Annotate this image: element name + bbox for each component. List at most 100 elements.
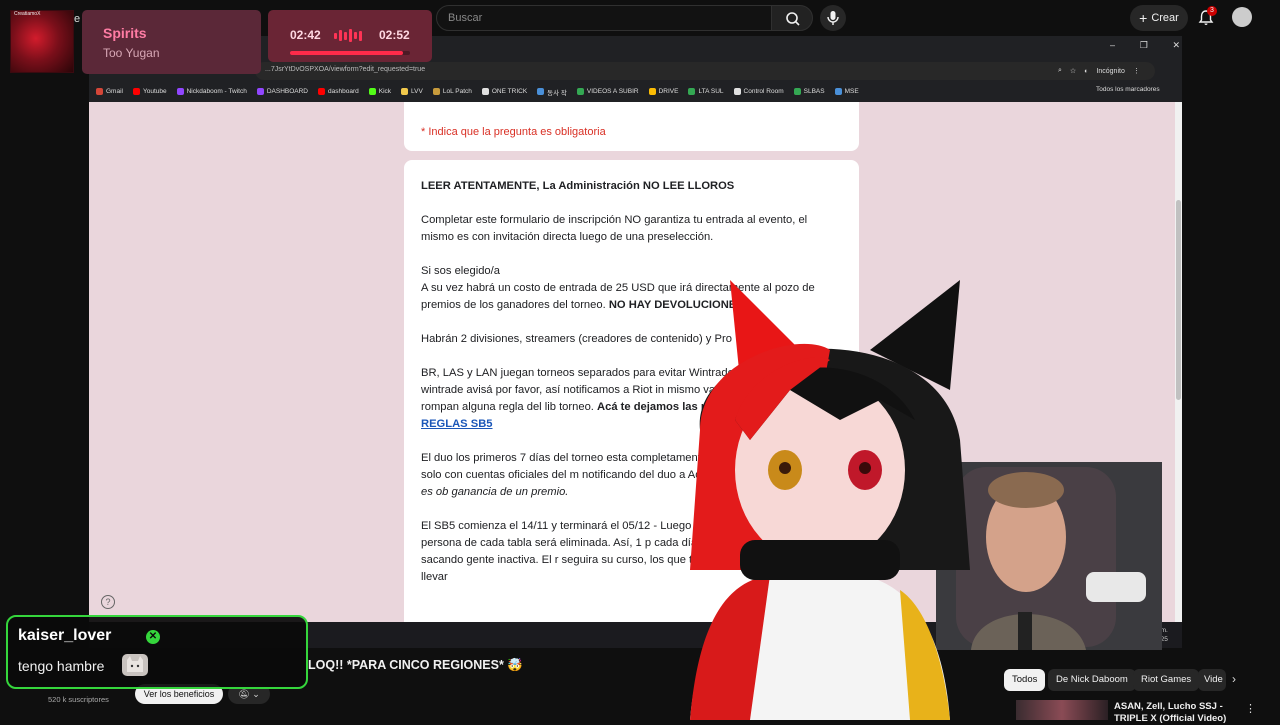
plus-icon: + bbox=[1139, 10, 1148, 26]
bookmark-item[interactable]: MSE bbox=[834, 88, 859, 95]
bookmark-label: 동사 작 bbox=[547, 89, 567, 97]
bookmark-label: Nickdaboom - Twitch bbox=[186, 88, 247, 95]
bookmark-favicon-icon bbox=[834, 88, 842, 95]
required-note: * Indica que la pregunta es obligatoria bbox=[421, 126, 606, 138]
bell-off-icon: 🔕︎ ⌄ bbox=[238, 689, 260, 699]
bookmark-item[interactable]: DRIVE bbox=[648, 88, 679, 95]
help-icon[interactable]: ? bbox=[101, 595, 115, 609]
chip-all[interactable]: Todos bbox=[1004, 669, 1046, 691]
bookmark-label: DASHBOARD bbox=[266, 88, 309, 95]
bookmark-label: MSE bbox=[844, 88, 859, 95]
bookmark-label: Youtube bbox=[142, 88, 167, 95]
equalizer-icon bbox=[334, 29, 366, 42]
song-progress-fill bbox=[290, 51, 403, 55]
bookmark-favicon-icon bbox=[648, 88, 656, 95]
album-art-label: CreatiamoX bbox=[14, 11, 41, 17]
channel-letter: e bbox=[74, 13, 81, 25]
form-paragraph-1: Completar este formulario de inscripción… bbox=[421, 214, 808, 243]
bookmark-label: VIDEOS A SUBIR bbox=[586, 88, 639, 95]
video-title: LOQ!! *PARA CINCO REGIONES* 🤯 bbox=[308, 658, 523, 672]
bookmark-favicon-icon bbox=[256, 88, 264, 95]
bookmark-favicon-icon bbox=[368, 88, 376, 95]
bookmark-favicon-icon bbox=[481, 88, 489, 95]
close-icon[interactable]: ✕ bbox=[1172, 40, 1180, 54]
all-bookmarks-button[interactable]: Todos los marcadores bbox=[1096, 86, 1160, 93]
more-options-icon[interactable]: ⋮ bbox=[1245, 702, 1256, 715]
bookmark-label: LTA SUL bbox=[698, 88, 724, 95]
bookmark-item[interactable]: LoL Patch bbox=[432, 88, 472, 95]
bookmark-label: LVV bbox=[411, 88, 423, 95]
chat-message: tengo hambre bbox=[18, 658, 105, 674]
chat-badge-icon: ✕ bbox=[146, 630, 160, 644]
bookmark-favicon-icon bbox=[432, 88, 440, 95]
bookmark-item[interactable]: Nickdaboom - Twitch bbox=[176, 88, 247, 95]
bookmark-item[interactable]: Kick bbox=[368, 88, 392, 95]
bookmark-item[interactable]: Control Room bbox=[733, 88, 784, 95]
restore-icon[interactable]: ❐ bbox=[1140, 40, 1148, 54]
bookmark-favicon-icon bbox=[688, 88, 696, 95]
incognito-label: Incógnito bbox=[1096, 67, 1125, 75]
bookmark-label: ONE TRICK bbox=[491, 88, 528, 95]
bookmark-favicon-icon bbox=[733, 88, 741, 95]
bookmarks-bar: Gmail Youtube Nickdaboom - Twitch DASHBOARD… bbox=[92, 84, 1180, 99]
bookmark-label: SLBAS bbox=[803, 88, 825, 95]
bookmark-item[interactable]: LTA SUL bbox=[688, 88, 724, 95]
bookmark-label: DRIVE bbox=[658, 88, 679, 95]
bookmark-favicon-icon bbox=[96, 88, 103, 95]
subscriber-count: 520 k suscriptores bbox=[48, 695, 109, 704]
menu-icon[interactable]: ⋮ bbox=[1133, 67, 1140, 75]
search-icon bbox=[786, 12, 800, 26]
bookmark-label: LoL Patch bbox=[442, 88, 472, 95]
bookmark-label: Kick bbox=[378, 88, 392, 95]
bookmark-favicon-icon bbox=[401, 88, 409, 95]
total-time: 02:52 bbox=[379, 28, 410, 42]
chip-from-channel[interactable]: De Nick Daboom bbox=[1048, 669, 1136, 691]
chip-videos[interactable]: Vide bbox=[1198, 669, 1226, 691]
create-button[interactable]: + Crear bbox=[1130, 5, 1188, 31]
bookmark-item[interactable]: Gmail bbox=[96, 88, 123, 95]
search-input[interactable]: Buscar bbox=[436, 5, 772, 31]
star-icon[interactable]: ☆ bbox=[1070, 67, 1076, 75]
address-bar[interactable]: ...7JsrYtDvOSPXOA/viewform?edit_requeste… bbox=[255, 62, 1155, 80]
song-artist: Too Yugan bbox=[103, 46, 160, 60]
bookmark-label: dashboard bbox=[328, 88, 359, 95]
zoom-icon[interactable]: ⌕ bbox=[1058, 67, 1062, 75]
bookmark-item[interactable]: SLBAS bbox=[793, 88, 825, 95]
bookmark-favicon-icon bbox=[132, 88, 140, 95]
bookmark-favicon-icon bbox=[793, 88, 801, 95]
now-playing-card bbox=[82, 10, 261, 74]
related-video-title[interactable]: ASAN, Zell, Lucho SSJ - TRIPLE X (Offici… bbox=[1114, 701, 1242, 725]
voice-search-button[interactable] bbox=[820, 5, 846, 31]
cat-emote-icon bbox=[122, 654, 148, 676]
bookmark-item[interactable]: dashboard bbox=[318, 88, 359, 95]
bookmark-item[interactable]: VIDEOS A SUBIR bbox=[576, 88, 639, 95]
chat-username: kaiser_lover bbox=[18, 627, 112, 644]
account-avatar[interactable] bbox=[1232, 7, 1252, 27]
bookmark-favicon-icon bbox=[537, 88, 545, 95]
bookmark-item[interactable]: 동사 작 bbox=[537, 87, 567, 97]
minimize-icon[interactable]: – bbox=[1110, 40, 1115, 54]
bookmark-item[interactable]: Youtube bbox=[132, 88, 167, 95]
incognito-icon: ◐ bbox=[1084, 67, 1089, 75]
bookmark-label: Control Room bbox=[743, 88, 784, 95]
song-title: Spirits bbox=[103, 25, 147, 41]
elapsed-time: 02:42 bbox=[290, 28, 321, 42]
chevron-right-icon[interactable]: › bbox=[1232, 672, 1236, 686]
album-art bbox=[10, 10, 74, 73]
mic-icon bbox=[827, 11, 839, 25]
chip-riot-games[interactable]: Riot Games bbox=[1133, 669, 1200, 691]
notification-count-badge: 3 bbox=[1207, 6, 1217, 16]
form-paragraph-2-line1: Si sos elegido/a bbox=[421, 265, 500, 277]
bookmark-favicon-icon bbox=[318, 88, 326, 95]
window-controls: – ❐ ✕ bbox=[1110, 40, 1180, 54]
bookmark-item[interactable]: ONE TRICK bbox=[481, 88, 528, 95]
bookmark-favicon-icon bbox=[176, 88, 184, 95]
bookmark-item[interactable]: DASHBOARD bbox=[256, 88, 309, 95]
related-video-thumbnail[interactable] bbox=[1016, 700, 1108, 720]
search-button[interactable] bbox=[771, 5, 813, 31]
scrollbar-thumb[interactable] bbox=[1176, 200, 1181, 400]
bookmark-label: Gmail bbox=[106, 88, 123, 95]
create-label: Crear bbox=[1151, 12, 1179, 24]
bookmark-item[interactable]: LVV bbox=[401, 88, 423, 95]
bookmark-favicon-icon bbox=[576, 88, 584, 95]
